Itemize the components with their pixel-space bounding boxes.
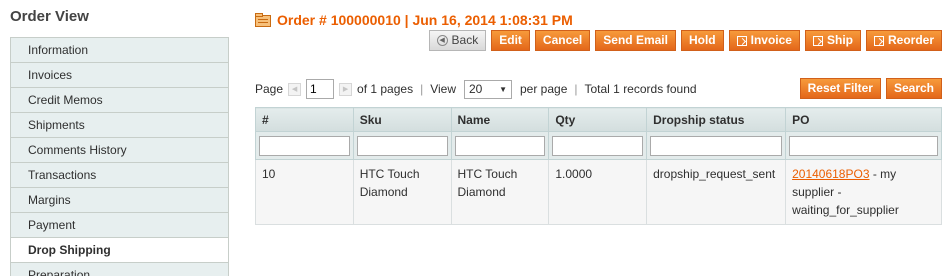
page-number-input[interactable] [306, 79, 335, 99]
reset-filter-button[interactable]: Reset Filter [799, 78, 881, 99]
tab-comments-history[interactable]: Comments History [10, 138, 229, 163]
reorder-icon [873, 35, 884, 46]
filter-cell-id [255, 131, 354, 160]
column-header-qty[interactable]: Qty [548, 107, 648, 132]
ship-button[interactable]: Ship [804, 30, 861, 51]
filter-cell-dropship-status [646, 131, 787, 160]
order-icon [255, 13, 271, 27]
page-header: Order # 100000010 | Jun 16, 2014 1:08:31… [255, 10, 573, 30]
per-page-value: 20 [469, 82, 483, 96]
filter-po-input[interactable] [789, 135, 938, 156]
invoice-icon [736, 35, 747, 46]
column-header-name[interactable]: Name [450, 107, 550, 132]
grid-header-row: # Sku Name Qty Dropship status PO [255, 107, 942, 132]
search-button[interactable]: Search [885, 78, 942, 99]
edit-button[interactable]: Edit [491, 30, 530, 51]
grid-filter-row [255, 131, 942, 160]
back-arrow-icon: ◀ [436, 35, 448, 46]
filter-actions: Reset Filter Search [799, 78, 942, 99]
per-page-select[interactable]: 20 ▼ [464, 79, 512, 99]
filter-id-input[interactable] [259, 135, 350, 156]
invoice-button[interactable]: Invoice [728, 30, 800, 51]
tab-information[interactable]: Information [10, 38, 229, 63]
total-records: Total 1 records found [584, 82, 697, 96]
filter-cell-qty [548, 131, 648, 160]
filter-cell-name [450, 131, 550, 160]
po-link[interactable]: 20140618PO3 [792, 167, 869, 181]
cell-sku: HTC Touch Diamond [352, 159, 452, 225]
column-header-dropship-status[interactable]: Dropship status [646, 107, 787, 132]
cell-po: 20140618PO3 - my supplier - waiting_for_… [785, 159, 942, 225]
cancel-button[interactable]: Cancel [534, 30, 591, 51]
ship-button-label: Ship [826, 33, 853, 47]
reorder-button-label: Reorder [887, 33, 934, 47]
page-label: Page [255, 82, 284, 96]
filter-qty-input[interactable] [552, 135, 644, 156]
cell-id: 10 [255, 159, 354, 225]
column-header-sku[interactable]: Sku [352, 107, 452, 132]
tab-invoices[interactable]: Invoices [10, 63, 229, 88]
hold-button[interactable]: Hold [680, 30, 724, 51]
sidebar-tabs: Information Invoices Credit Memos Shipme… [10, 37, 229, 276]
tab-credit-memos[interactable]: Credit Memos [10, 88, 229, 113]
column-header-id[interactable]: # [255, 107, 354, 132]
page-title: Order # 100000010 | Jun 16, 2014 1:08:31… [277, 12, 573, 28]
sidebar-title: Order View [10, 8, 89, 25]
view-label: View [430, 82, 456, 96]
filter-dropship-status-input[interactable] [650, 135, 783, 156]
invoice-button-label: Invoice [750, 33, 792, 47]
tab-drop-shipping[interactable]: Drop Shipping [10, 238, 229, 263]
ship-icon [812, 35, 823, 46]
filter-name-input[interactable] [454, 135, 546, 156]
reorder-button[interactable]: Reorder [865, 30, 942, 51]
filter-sku-input[interactable] [356, 135, 448, 156]
per-page-label: per page [520, 82, 568, 96]
back-button[interactable]: ◀ Back [428, 30, 487, 51]
send-email-button[interactable]: Send Email [595, 30, 676, 51]
tab-transactions[interactable]: Transactions [10, 163, 229, 188]
tab-preparation[interactable]: Preparation [10, 263, 229, 276]
tab-margins[interactable]: Margins [10, 188, 229, 213]
back-button-label: Back [451, 33, 479, 47]
filter-cell-po [785, 131, 942, 160]
pager: Page ◀ ▶ of 1 pages | View 20 ▼ per page… [255, 79, 697, 99]
sidebar: Order View Information Invoices Credit M… [0, 0, 230, 276]
tab-shipments[interactable]: Shipments [10, 113, 229, 138]
cell-name: HTC Touch Diamond [450, 159, 550, 225]
filter-cell-sku [352, 131, 452, 160]
action-toolbar: ◀ Back Edit Cancel Send Email Hold Invoi… [428, 30, 942, 51]
next-page-icon[interactable]: ▶ [339, 82, 353, 96]
chevron-down-icon: ▼ [499, 84, 507, 94]
previous-page-icon[interactable]: ◀ [288, 82, 302, 96]
cell-dropship-status: dropship_request_sent [646, 159, 787, 225]
pager-separator: | [420, 82, 424, 96]
column-header-po[interactable]: PO [785, 107, 942, 132]
table-row[interactable]: 10 HTC Touch Diamond HTC Touch Diamond 1… [255, 159, 942, 225]
dropship-grid: # Sku Name Qty Dropship status PO 10 HTC… [255, 107, 942, 225]
page-count: of 1 pages [357, 82, 414, 96]
cell-qty: 1.0000 [548, 159, 648, 225]
tab-payment[interactable]: Payment [10, 213, 229, 238]
pager-separator-2: | [574, 82, 578, 96]
